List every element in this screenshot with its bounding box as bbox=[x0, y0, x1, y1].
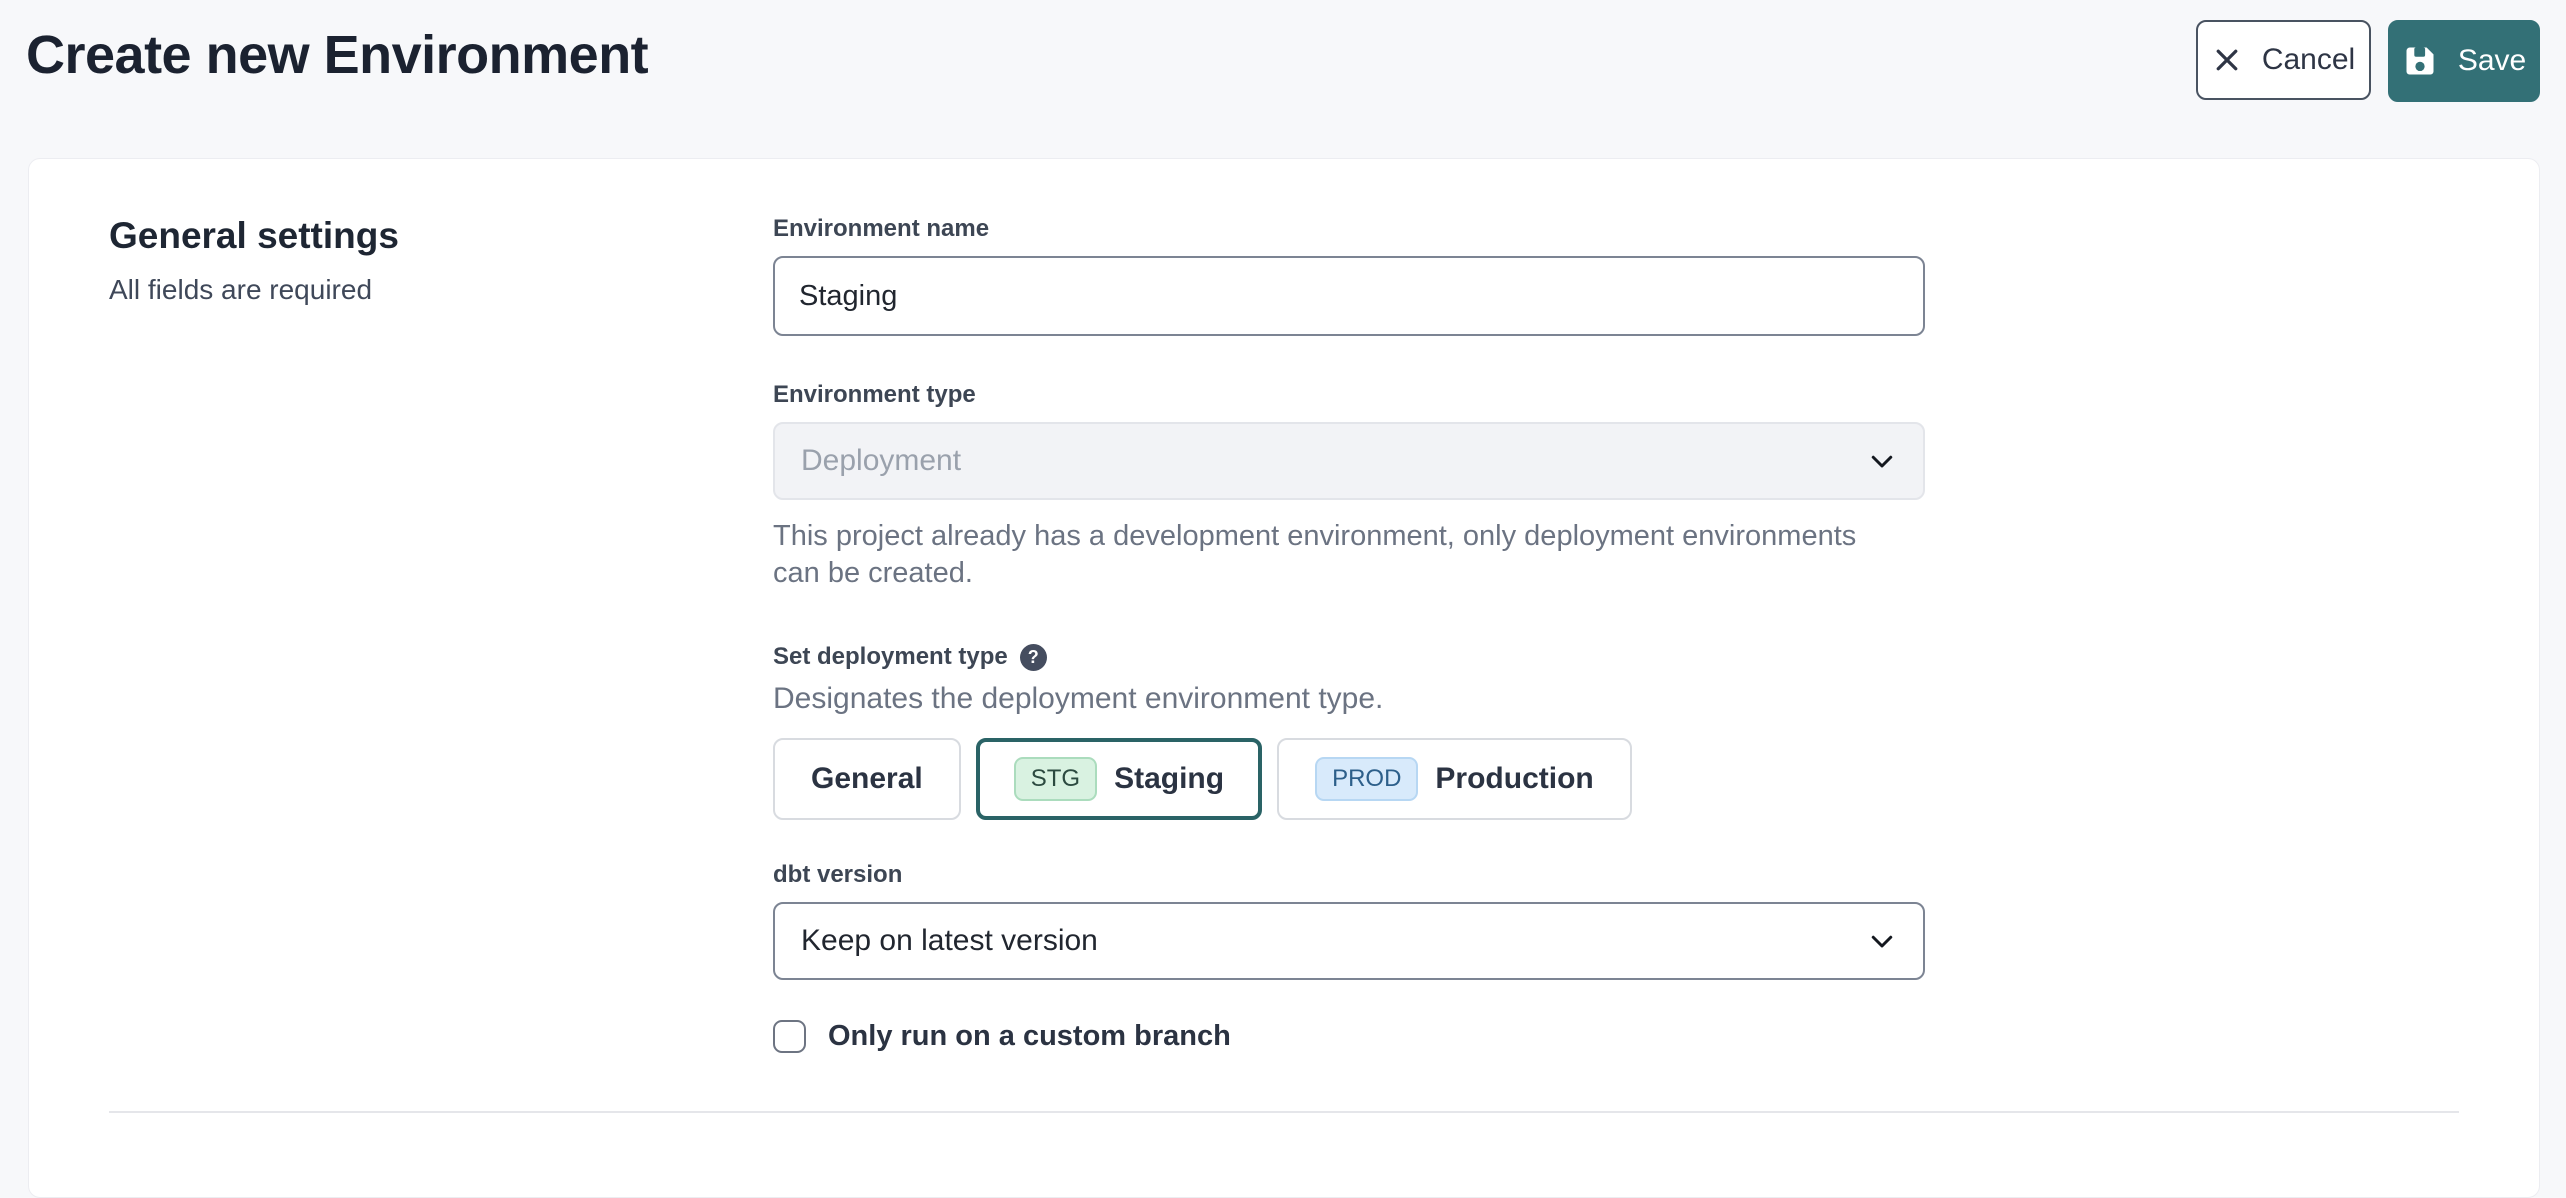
deployment-option-label: Production bbox=[1435, 762, 1593, 796]
dbt-version-label: dbt version bbox=[773, 860, 1925, 890]
deployment-option-label: Staging bbox=[1114, 762, 1224, 796]
settings-form: Environment name Environment type Deploy… bbox=[773, 214, 1925, 1053]
section-info: General settings All fields are required bbox=[109, 214, 773, 1053]
environment-type-label: Environment type bbox=[773, 380, 1925, 410]
close-icon bbox=[2212, 45, 2242, 75]
page-header: Create new Environment Cancel Save bbox=[0, 0, 2566, 102]
page-title: Create new Environment bbox=[26, 18, 648, 86]
environment-type-help: This project already has a development e… bbox=[773, 518, 1873, 592]
cancel-button[interactable]: Cancel bbox=[2196, 20, 2371, 100]
deployment-type-description: Designates the deployment environment ty… bbox=[773, 682, 1925, 716]
deployment-option-staging[interactable]: STG Staging bbox=[976, 738, 1262, 820]
chevron-down-icon bbox=[1867, 926, 1897, 956]
section-subheading: All fields are required bbox=[109, 274, 773, 306]
environment-type-select[interactable]: Deployment bbox=[773, 422, 1925, 500]
dbt-version-value: Keep on latest version bbox=[801, 924, 1098, 958]
deployment-type-options: General STG Staging PROD Production bbox=[773, 738, 1925, 820]
deployment-option-general[interactable]: General bbox=[773, 738, 961, 820]
deployment-type-label-row: Set deployment type ? bbox=[773, 642, 1925, 672]
chevron-down-icon bbox=[1867, 446, 1897, 476]
save-button-label: Save bbox=[2458, 44, 2526, 78]
section-divider bbox=[109, 1111, 2459, 1113]
cancel-button-label: Cancel bbox=[2262, 43, 2355, 77]
save-icon bbox=[2402, 43, 2438, 79]
header-actions: Cancel Save bbox=[2196, 18, 2540, 102]
custom-branch-label[interactable]: Only run on a custom branch bbox=[828, 1020, 1231, 1053]
environment-name-input[interactable] bbox=[773, 256, 1925, 336]
custom-branch-row: Only run on a custom branch bbox=[773, 1020, 1925, 1053]
settings-card: General settings All fields are required… bbox=[28, 158, 2540, 1198]
section-heading: General settings bbox=[109, 214, 773, 258]
deployment-type-label: Set deployment type bbox=[773, 642, 1008, 672]
environment-name-label: Environment name bbox=[773, 214, 1925, 244]
deployment-option-label: General bbox=[811, 762, 923, 796]
save-button[interactable]: Save bbox=[2388, 20, 2540, 102]
staging-badge: STG bbox=[1014, 757, 1097, 801]
custom-branch-checkbox[interactable] bbox=[773, 1020, 806, 1053]
help-icon[interactable]: ? bbox=[1020, 644, 1047, 671]
dbt-version-select[interactable]: Keep on latest version bbox=[773, 902, 1925, 980]
deployment-option-production[interactable]: PROD Production bbox=[1277, 738, 1632, 820]
production-badge: PROD bbox=[1315, 757, 1418, 801]
environment-type-value: Deployment bbox=[801, 444, 961, 478]
